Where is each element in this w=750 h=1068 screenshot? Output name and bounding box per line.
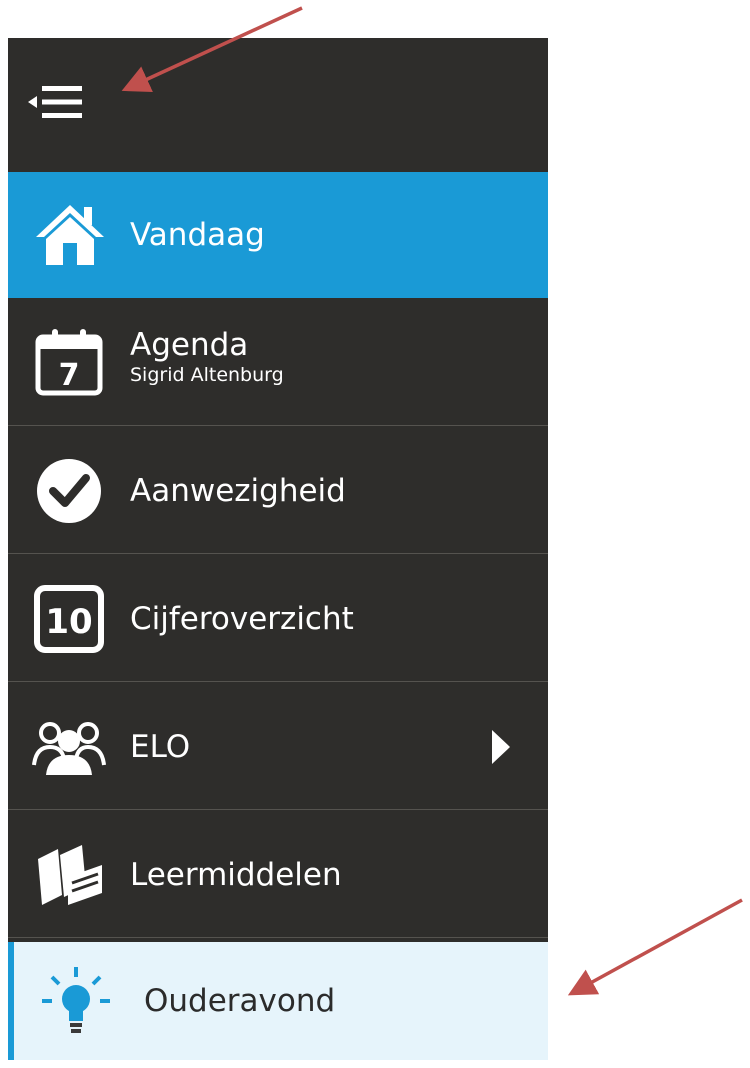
nav-item-vandaag[interactable]: Vandaag xyxy=(8,172,548,298)
nav-item-aanwezigheid[interactable]: Aanwezigheid xyxy=(8,428,548,554)
calendar-day-number: 7 xyxy=(59,358,80,393)
group-icon xyxy=(32,721,106,775)
sidebar: Vandaag 7 Agenda Sigrid Altenburg Aanwez… xyxy=(8,38,548,1060)
nav-item-agenda[interactable]: 7 Agenda Sigrid Altenburg xyxy=(8,300,548,426)
nav-label: Ouderavond xyxy=(144,983,336,1019)
books-icon xyxy=(38,844,102,905)
grade-icon: 10 xyxy=(34,584,104,653)
screenshot-stage: Vandaag 7 Agenda Sigrid Altenburg Aanwez… xyxy=(0,0,750,1068)
nav-sublabel: Sigrid Altenburg xyxy=(130,364,284,386)
nav-label: Cijferoverzicht xyxy=(130,600,354,637)
nav-label: Agenda xyxy=(130,327,249,363)
nav-label: Aanwezigheid xyxy=(130,472,346,509)
checkmark-circle-icon xyxy=(37,458,101,523)
home-icon xyxy=(36,205,104,265)
nav-label: ELO xyxy=(130,728,191,765)
nav-item-leermiddelen[interactable]: Leermiddelen xyxy=(8,812,548,938)
lightbulb-icon xyxy=(42,967,110,1033)
nav-item-ouderavond[interactable]: Ouderavond xyxy=(8,942,548,1060)
sidebar-header xyxy=(8,38,548,172)
annotation-arrow-ouderavond xyxy=(567,898,743,996)
nav-label-group: Agenda Sigrid Altenburg xyxy=(130,328,284,388)
nav-item-cijferoverzicht[interactable]: 10 Cijferoverzicht xyxy=(8,556,548,682)
nav-label: Leermiddelen xyxy=(130,856,342,893)
nav-label: Vandaag xyxy=(130,217,265,253)
chevron-right-icon[interactable] xyxy=(492,729,510,764)
calendar-icon: 7 xyxy=(35,328,103,395)
nav-item-elo[interactable]: ELO xyxy=(8,684,548,810)
grade-number: 10 xyxy=(45,602,92,642)
collapse-menu-icon[interactable] xyxy=(28,84,84,120)
